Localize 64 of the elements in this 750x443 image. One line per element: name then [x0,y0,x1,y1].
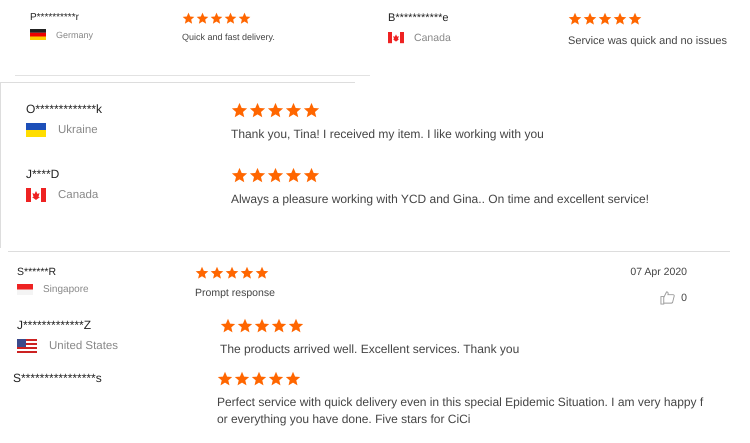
star-icon [271,318,287,334]
star-icon [195,266,209,280]
country-label: Singapore [43,284,89,296]
star-icon [210,266,224,280]
star-icon [182,12,195,25]
reviewer-name: J****D [26,166,60,181]
star-icon [225,266,239,280]
star-icon [196,12,209,25]
review-comment: Service was quick and no issues [568,34,728,49]
reviewer-name: J*************Z [17,318,92,332]
country-label: Ukraine [58,124,98,136]
star-icon [240,266,254,280]
star-icon [583,12,597,26]
star-icon [613,12,627,26]
star-icon [288,318,304,334]
star-icon [285,102,302,119]
star-icon [231,102,248,119]
star-icon [255,266,269,280]
star-icon [285,370,301,387]
star-icon [220,318,236,334]
review-comment: Prompt response [195,286,276,301]
star-icon [303,166,320,184]
country-label: Germany [56,30,94,40]
star-icon [249,102,266,119]
star-icon [285,166,302,184]
flag-icon [17,339,37,353]
flag-icon [26,123,46,137]
reviewer-name: O*************k [26,102,104,116]
review-comment: Quick and fast delivery. [182,31,276,44]
flag-icon [388,32,404,44]
review-date: 07 Apr 2020 [630,266,687,278]
star-icon [267,166,284,184]
flag-icon [30,29,46,40]
star-icon [568,12,582,26]
reviewer-name: S****************s [13,370,103,385]
star-icon [234,370,250,387]
star-icon [251,370,267,387]
star-icon [598,12,612,26]
country-label: Canada [58,188,98,201]
star-icon [303,102,320,119]
star-icon [231,166,248,184]
review-comment: The products arrived well. Excellent services. Thank you [220,341,520,358]
star-icon [268,370,284,387]
review-comment: Perfect service with quick delivery even in this special Epidemic Situation. I am very happy f or everything you have done. Five stars for CiCi [217,394,704,428]
country-label: United States [49,340,118,352]
like-count: 0 [681,292,687,304]
star-icon [237,318,253,334]
reviewer-name: S******R [17,266,58,278]
star-icon [267,102,284,119]
country-label: Canada [414,32,451,44]
flag-icon [17,284,33,296]
reviewer-name: P**********r [30,12,80,23]
star-icon [249,166,266,184]
star-icon [628,12,642,26]
review-comment: Always a pleasure working with YCD and Gina.. On time and excellent service! [231,190,650,208]
flag-icon [26,188,46,202]
review-comment: Thank you, Tina! I received my item. I like working with you [231,126,545,143]
star-icon [210,12,223,25]
star-icon [217,370,233,387]
thumbs-up-icon[interactable] [660,290,676,305]
star-icon [254,318,270,334]
star-icon [238,12,251,25]
reviewer-name: B***********e [388,12,450,24]
star-icon [224,12,237,25]
